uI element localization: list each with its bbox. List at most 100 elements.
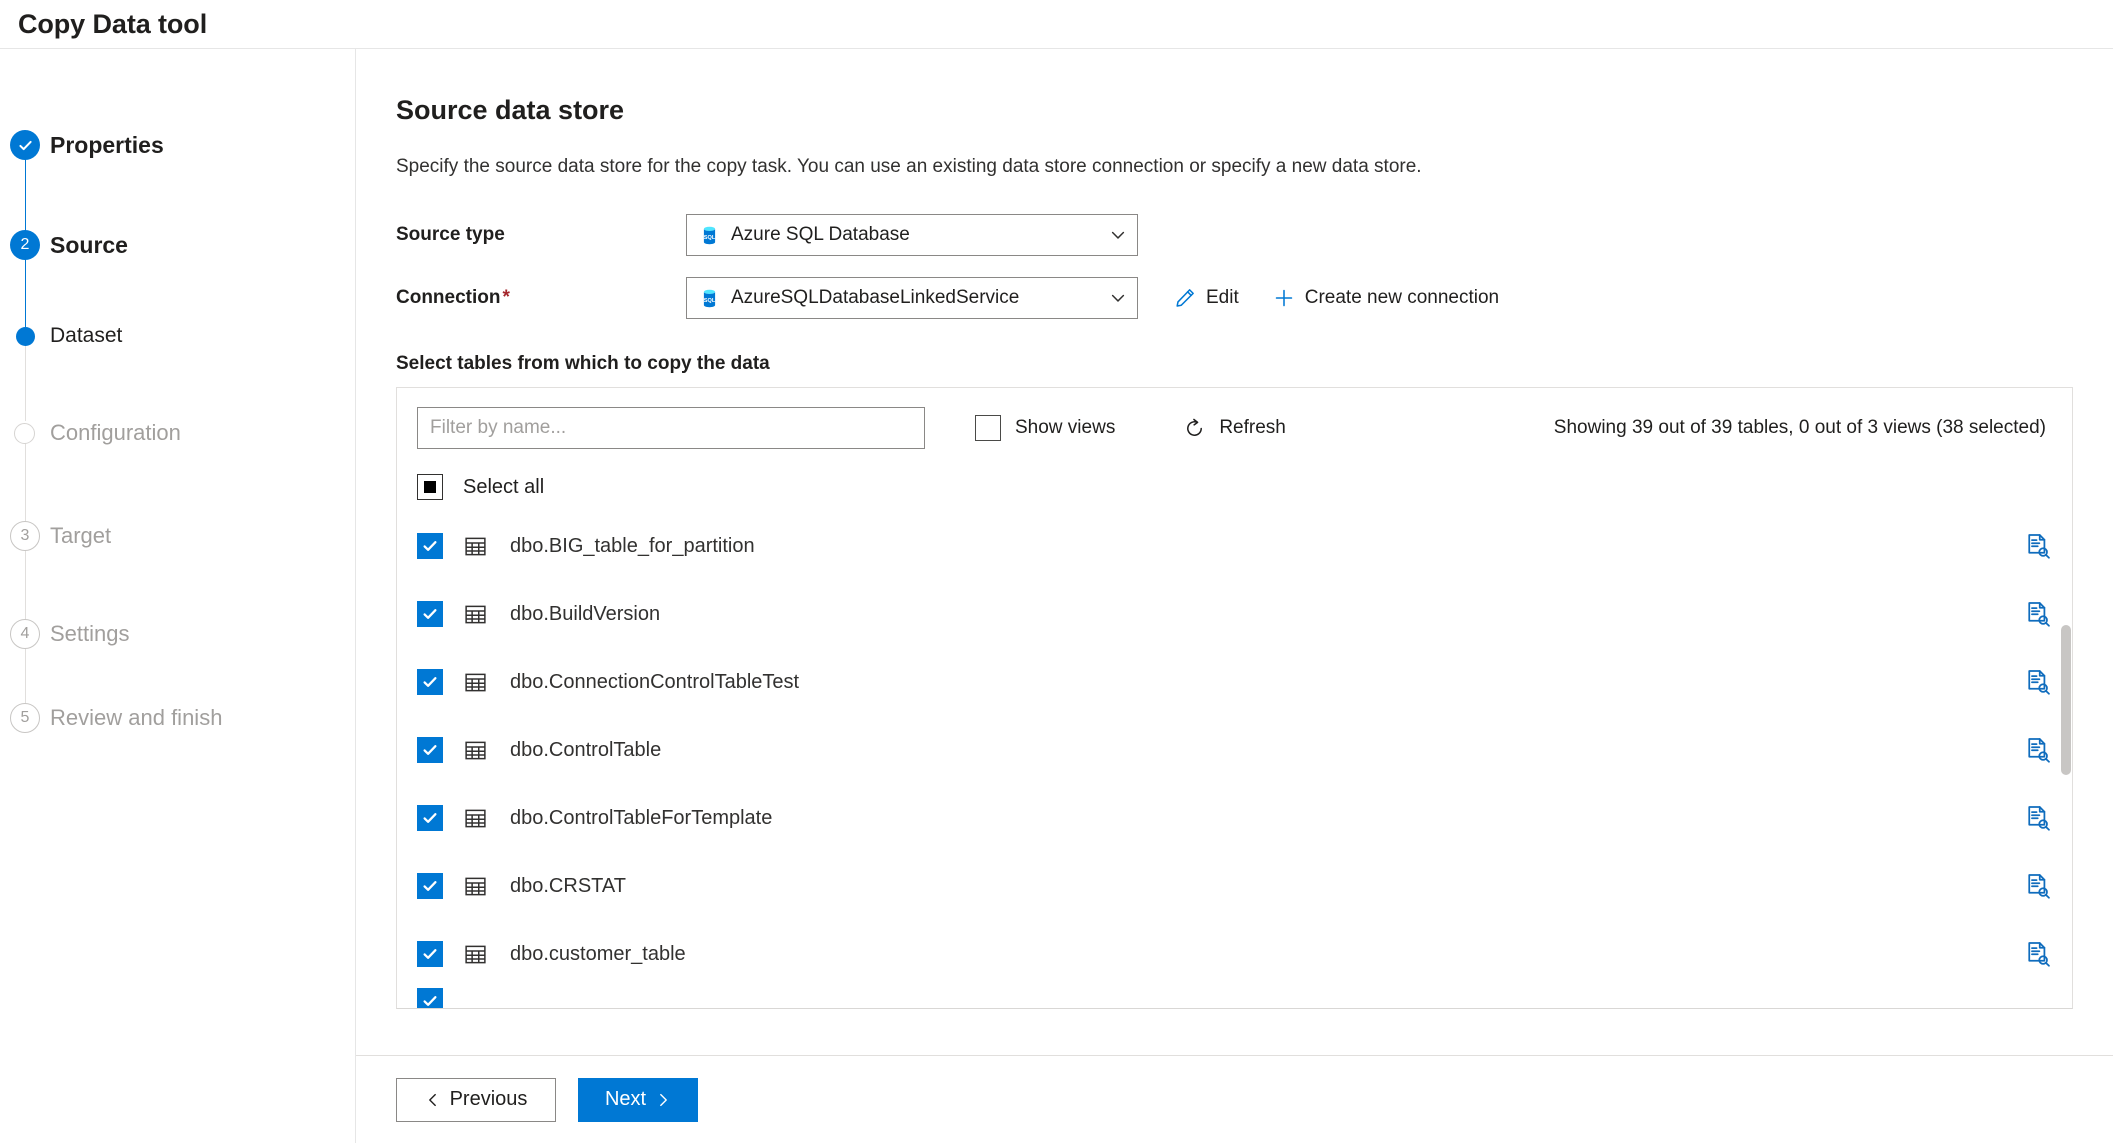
check-icon: [423, 745, 437, 755]
sidebar-item-label: Target: [50, 523, 112, 548]
table-row[interactable]: dbo.CRSTAT: [397, 852, 2072, 920]
refresh-icon: [1187, 418, 1203, 436]
step-number: 5: [20, 709, 30, 726]
preview-data-icon[interactable]: [2024, 940, 2052, 968]
connection-actions: Edit Create new connection: [1168, 283, 1505, 313]
table-row[interactable]: dbo.ControlTableForTemplate: [397, 784, 2072, 852]
next-label: Next: [604, 1088, 647, 1110]
table-name: dbo.CRSTAT: [510, 874, 626, 897]
table-grid-icon: [465, 741, 486, 759]
main-pane: Source data store Specify the source dat…: [356, 49, 2113, 1143]
source-type-row: Source type SQL Azure SQL Database: [396, 214, 2113, 256]
wizard-steps: Properties 2 Source Dataset Configuratio…: [0, 93, 355, 733]
table-list-scrollbar[interactable]: [2061, 389, 2071, 1007]
row-checkbox[interactable]: [417, 805, 443, 831]
checkbox-box: [975, 415, 1001, 441]
preview-data-icon[interactable]: [2024, 804, 2052, 832]
table-list: dbo.BIG_table_for_partition dbo.BuildVer…: [397, 512, 2072, 1008]
row-checkbox[interactable]: [417, 988, 443, 1008]
table-grid-icon: [465, 877, 486, 895]
show-views-checkbox[interactable]: Show views: [975, 415, 1115, 441]
table-grid-icon: [465, 673, 486, 691]
connection-dropdown[interactable]: SQL AzureSQLDatabaseLinkedService: [686, 277, 1138, 319]
check-icon: [423, 541, 437, 551]
table-grid-icon: [465, 809, 486, 827]
scrollbar-thumb[interactable]: [2061, 625, 2071, 775]
window-title-bar: Copy Data tool: [0, 0, 2113, 48]
show-views-label: Show views: [1015, 417, 1116, 438]
row-checkbox[interactable]: [417, 533, 443, 559]
select-all-row[interactable]: Select all: [397, 466, 2072, 512]
connection-row: Connection * SQL AzureSQLDatabaseLinkedSe…: [396, 277, 2113, 319]
connection-label: Connection *: [396, 287, 686, 309]
previous-button[interactable]: Previous: [396, 1077, 556, 1122]
sidebar-item-label: Source: [50, 231, 128, 258]
row-checkbox[interactable]: [417, 941, 443, 967]
check-icon: [423, 677, 437, 687]
table-name: dbo.ControlTableForTemplate: [510, 806, 773, 829]
create-new-connection-button[interactable]: Create new connection: [1267, 283, 1505, 313]
connection-value: AzureSQLDatabaseLinkedService: [731, 287, 1020, 308]
check-icon: [423, 609, 437, 619]
table-name: dbo.ConnectionControlTableTest: [510, 670, 800, 693]
step-check-icon: [10, 130, 40, 160]
row-checkbox[interactable]: [417, 873, 443, 899]
table-count-status: Showing 39 out of 39 tables, 0 out of 3 …: [1553, 417, 2046, 438]
step-number-badge: 3: [10, 521, 40, 551]
table-row[interactable]: dbo.ConnectionControlTableTest: [397, 648, 2072, 716]
table-picker-toolbar: Show views Refresh Showing 39 out of 39 …: [397, 388, 2072, 466]
row-checkbox[interactable]: [417, 601, 443, 627]
sidebar-item-label: Dataset: [50, 324, 123, 347]
preview-data-icon[interactable]: [2024, 872, 2052, 900]
step-number: 4: [20, 625, 30, 642]
sidebar-item-label: Properties: [50, 131, 164, 158]
chevron-down-icon: [1111, 231, 1125, 239]
step-number-badge: 4: [10, 619, 40, 649]
step-dot-icon: [10, 321, 40, 351]
source-type-label: Source type: [396, 224, 505, 245]
preview-data-icon[interactable]: [2024, 532, 2052, 560]
active-dot: [15, 326, 35, 346]
step-number: 2: [20, 236, 30, 253]
source-type-value: Azure SQL Database: [731, 224, 910, 245]
azure-sql-database-icon: SQL: [704, 226, 716, 244]
table-row[interactable]: dbo.BIG_table_for_partition: [397, 512, 2072, 580]
refresh-button[interactable]: Refresh: [1177, 413, 1292, 444]
check-icon: [18, 140, 32, 150]
sidebar-item-label: Settings: [50, 621, 130, 646]
step-number-badge: 5: [10, 703, 40, 733]
edit-connection-button[interactable]: Edit: [1168, 283, 1245, 313]
previous-label: Previous: [449, 1088, 528, 1110]
create-new-connection-label: Create new connection: [1304, 287, 1500, 308]
table-row[interactable]: dbo.ControlTable: [397, 716, 2072, 784]
preview-data-icon[interactable]: [2024, 736, 2052, 764]
pencil-icon: [1176, 289, 1194, 307]
next-button[interactable]: Next: [578, 1077, 698, 1122]
rail-connector-configuration-target: [24, 433, 26, 522]
chevron-left-icon: [428, 1093, 436, 1106]
sidebar-item-label: Configuration: [50, 420, 181, 445]
filter-by-name-input[interactable]: [417, 407, 925, 449]
app-shell: Properties 2 Source Dataset Configuratio…: [0, 49, 2113, 1143]
window-title: Copy Data tool: [18, 8, 208, 39]
source-type-dropdown[interactable]: SQL Azure SQL Database: [686, 214, 1138, 256]
select-all-checkbox[interactable]: [417, 474, 443, 500]
row-checkbox[interactable]: [417, 669, 443, 695]
check-icon: [423, 949, 437, 959]
svg-text:SQL: SQL: [704, 235, 716, 241]
table-name: dbo.customer_table: [510, 942, 686, 965]
step-number: 3: [20, 527, 30, 544]
required-asterisk: *: [502, 287, 510, 308]
table-row[interactable]: dbo.BuildVersion: [397, 580, 2072, 648]
table-row-partial[interactable]: [397, 988, 2072, 1008]
chevron-right-icon: [660, 1093, 667, 1106]
preview-data-icon[interactable]: [2024, 600, 2052, 628]
indeterminate-mark: [424, 481, 436, 493]
check-icon: [423, 881, 437, 891]
connection-label-text: Connection: [396, 287, 501, 308]
wizard-step-rail: Properties 2 Source Dataset Configuratio…: [0, 49, 356, 1143]
row-checkbox[interactable]: [417, 737, 443, 763]
plus-icon: [1275, 289, 1292, 307]
table-row[interactable]: dbo.customer_table: [397, 920, 2072, 988]
preview-data-icon[interactable]: [2024, 668, 2052, 696]
